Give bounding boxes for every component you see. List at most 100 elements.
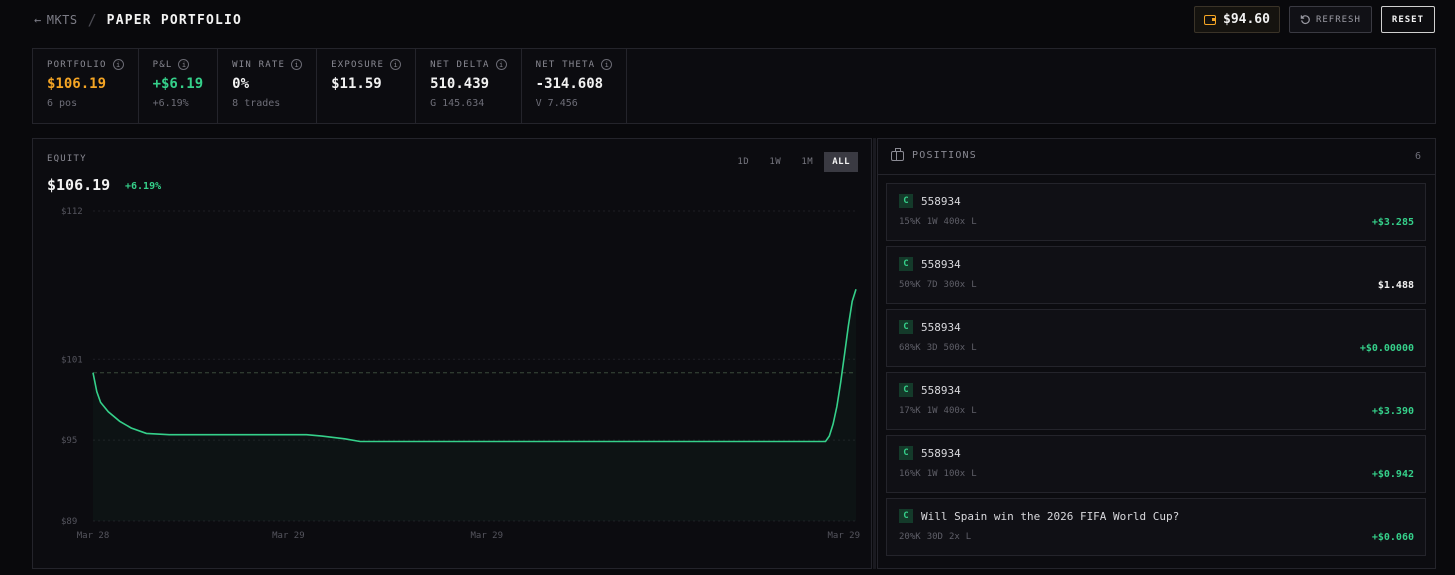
refresh-button[interactable]: REFRESH [1288,6,1372,33]
info-icon[interactable]: i [112,59,124,70]
x-tick-label: Mar 29 [471,531,504,541]
position-card[interactable]: C Will Spain win the 2026 FIFA World Cup?… [886,498,1426,556]
header-actions: $94.60 REFRESH RESET [1194,6,1435,33]
position-meta-item: 500x [943,343,966,353]
equity-line [92,289,857,443]
call-badge: C [899,446,913,460]
breadcrumb-separator: / [87,11,97,29]
position-meta-item: L [971,343,977,353]
stat-label-text: EXPOSURE [331,59,385,70]
position-meta-item: L [971,280,977,290]
timeframe-1d[interactable]: 1D [728,152,758,172]
timeframe-1m[interactable]: 1M [792,152,822,172]
positions-list: C 558934 15%K 1W 400x L +$3.285 C 558934 50%K 7D 30… [878,175,1435,556]
timeframe-all[interactable]: ALL [824,152,858,172]
positions-title: POSITIONS [891,147,977,161]
timeframe-1w[interactable]: 1W [760,152,790,172]
position-meta-item: 1W [926,469,938,479]
call-badge: C [899,257,913,271]
equity-panel: $112 $101 $95 $89 Mar 28 Mar 29 Mar 29 Mar 29 E… [32,138,872,569]
stat-value: 510.439 [430,76,490,92]
info-icon[interactable]: i [390,59,402,70]
position-meta-item: 17%K [899,406,921,416]
position-card[interactable]: C 558934 15%K 1W 400x L +$3.285 [886,183,1426,241]
position-card[interactable]: C 558934 16%K 1W 100x L +$0.942 [886,435,1426,493]
stat-label: NET THETA i [536,59,613,70]
position-meta-item: L [971,217,977,227]
top-bar: ← MKTS / PAPER PORTFOLIO $94.60 REFRESH … [0,0,1455,40]
stat-exposure: EXPOSURE i $11.59 [317,49,417,123]
position-meta: 20%K 30D 2x L [899,532,971,542]
x-tick-label: Mar 29 [827,531,860,541]
stat-label-text: NET DELTA [430,59,490,70]
back-link[interactable]: ← MKTS [34,13,78,27]
position-meta: 50%K 7D 300x L [899,280,977,290]
equity-value: $106.19 [47,176,111,194]
position-name: 558934 [921,384,961,397]
position-meta-item: 1W [926,217,938,227]
call-badge: C [899,194,913,208]
position-card[interactable]: C 558934 50%K 7D 300x L $1.488 [886,246,1426,304]
y-tick-label: $95 [61,436,77,446]
y-tick-label: $112 [61,207,83,217]
position-meta-item: 2x [948,532,960,542]
position-name: 558934 [921,321,961,334]
stat-sub: 6 pos [47,98,78,109]
position-pnl: +$0.060 [1371,532,1414,543]
call-badge: C [899,509,913,523]
position-meta-item: 50%K [899,280,921,290]
position-pnl: +$0.942 [1371,469,1414,480]
refresh-label: REFRESH [1315,14,1361,25]
stat-value: $11.59 [331,76,382,92]
stat-value: +$6.19 [152,76,204,92]
stat-sub: G 145.634 [430,98,485,109]
equity-area [93,289,856,521]
info-icon[interactable]: i [178,59,190,70]
position-name: 558934 [921,195,961,208]
position-meta-item: 100x [943,469,966,479]
page-title: PAPER PORTFOLIO [106,12,243,28]
position-card[interactable]: C 558934 17%K 1W 400x L +$3.390 [886,372,1426,430]
briefcase-icon [891,147,904,161]
stat-sub: V 7.456 [535,98,578,109]
call-badge: C [899,383,913,397]
position-meta: 17%K 1W 400x L [899,406,977,416]
stat-label-text: P&L [152,59,173,70]
info-icon[interactable]: i [495,59,507,70]
stat-sub: 8 trades [232,98,281,109]
call-badge: C [899,320,913,334]
cash-value: $94.60 [1223,12,1270,27]
position-meta-item: L [971,469,977,479]
stat-label: WIN RATE i [232,59,303,70]
reset-button[interactable]: RESET [1380,6,1435,33]
position-meta-item: 15%K [899,217,921,227]
position-meta: 16%K 1W 100x L [899,469,977,479]
position-meta: 68%K 3D 500x L [899,343,977,353]
position-card[interactable]: C 558934 68%K 3D 500x L +$0.00000 [886,309,1426,367]
stat-net-delta: NET DELTA i 510.439 G 145.634 [416,49,522,123]
stat-portfolio: PORTFOLIO i $106.19 6 pos [33,49,139,123]
stat-sub: +6.19% [152,98,189,109]
wallet-icon [1204,14,1216,25]
position-name: 558934 [921,258,961,271]
info-icon[interactable]: i [601,59,613,70]
position-pnl: $1.488 [1377,280,1414,291]
stat-label-text: NET THETA [535,59,596,70]
stat-label-text: PORTFOLIO [47,59,107,70]
breadcrumb: ← MKTS / PAPER PORTFOLIO [34,11,242,29]
position-meta-item: 300x [943,280,966,290]
positions-count: 6 [1414,151,1421,162]
position-meta-item: 400x [943,217,966,227]
arrow-left-icon: ← [34,13,42,27]
panel-divider[interactable] [873,138,876,569]
positions-header: POSITIONS 6 [878,139,1435,175]
stat-label: NET DELTA i [430,59,507,70]
stat-win-rate: WIN RATE i 0% 8 trades [218,49,318,123]
equity-change: +6.19% [125,181,162,192]
position-meta-item: 68%K [899,343,921,353]
x-tick-label: Mar 28 [77,531,110,541]
stat-p-l: P&L i +$6.19 +6.19% [139,49,219,123]
info-icon[interactable]: i [291,59,303,70]
y-tick-label: $101 [61,355,83,365]
stat-label: PORTFOLIO i [47,59,124,70]
